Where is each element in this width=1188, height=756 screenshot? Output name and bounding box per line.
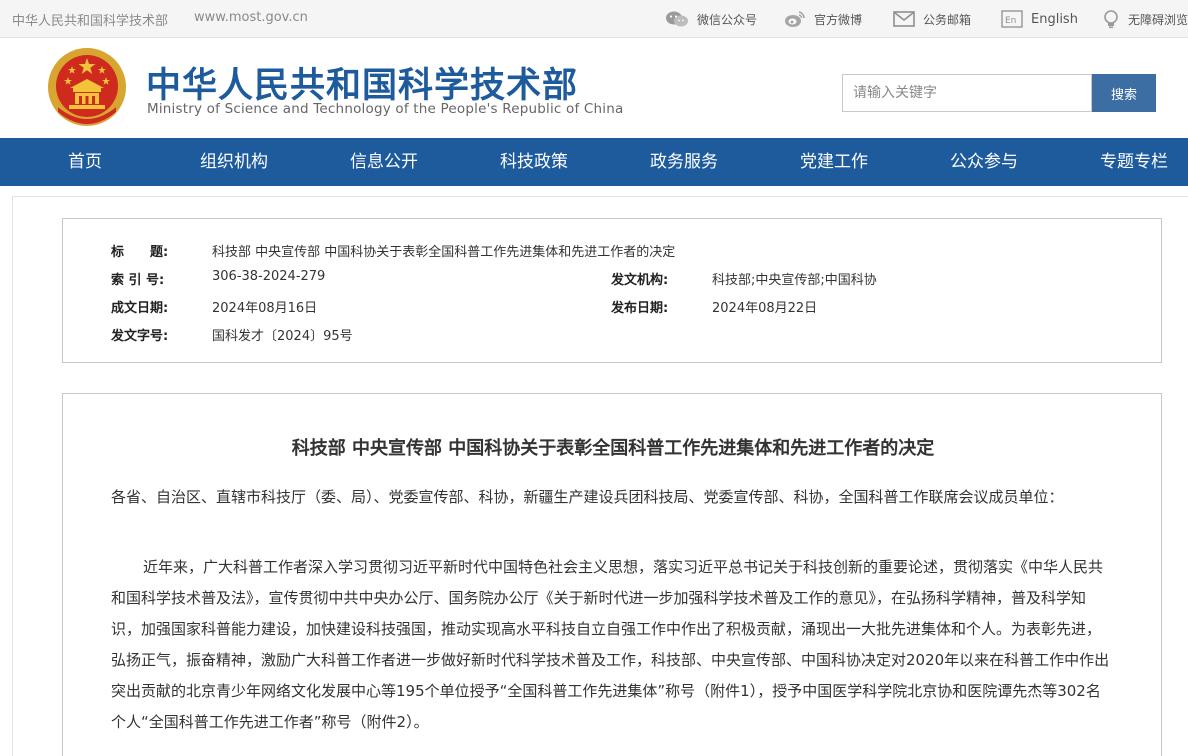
nav-item-info-disclosure[interactable]: 信息公开	[350, 138, 418, 186]
lightbulb-icon	[1104, 10, 1118, 29]
english-label: English	[1031, 11, 1078, 27]
english-link[interactable]: En English	[1001, 8, 1078, 30]
meta-title-value: 科技部 中央宣传部 中国科协关于表彰全国科普工作先进集体和先进工作者的决定	[212, 245, 676, 260]
national-emblem-icon[interactable]	[46, 46, 128, 128]
meta-published-value: 2024年08月22日	[712, 301, 818, 316]
ministry-name-en: Ministry of Science and Technology of th…	[147, 101, 624, 117]
article-title: 科技部 中央宣传部 中国科协关于表彰全国科普工作先进集体和先进工作者的决定	[291, 438, 935, 459]
weibo-label: 官方微博	[814, 12, 863, 27]
meta-issuer-label: 发文机构:	[611, 273, 669, 288]
top-utility-bar: 中华人民共和国科学技术部 www.most.gov.cn 微信公众号 官方微博 …	[0, 0, 1188, 38]
meta-docno-value: 国科发才〔2024〕95号	[212, 329, 353, 344]
search-button[interactable]: 搜索	[1092, 74, 1156, 112]
meta-created-label: 成文日期:	[111, 301, 169, 316]
article-body: 科技部 中央宣传部 中国科协关于表彰全国科普工作先进集体和先进工作者的决定 各省…	[62, 393, 1162, 756]
nav-item-policy[interactable]: 科技政策	[500, 138, 568, 186]
main-nav: 首页 组织机构 信息公开 科技政策 政务服务 党建工作 公众参与 专题专栏	[0, 138, 1188, 186]
wechat-link[interactable]: 微信公众号	[665, 8, 757, 30]
meta-created-value: 2024年08月16日	[212, 301, 318, 316]
document-metadata-panel: 标 题: 科技部 中央宣传部 中国科协关于表彰全国科普工作先进集体和先进工作者的…	[62, 218, 1162, 363]
meta-index-value: 306-38-2024-279	[212, 269, 326, 284]
meta-title-label: 标 题:	[111, 245, 169, 260]
nav-item-party-building[interactable]: 党建工作	[800, 138, 868, 186]
svg-text:En: En	[1005, 16, 1016, 26]
mail-label: 公务邮箱	[923, 12, 972, 27]
meta-docno-label: 发文字号:	[111, 329, 169, 344]
search-input[interactable]	[842, 74, 1092, 112]
site-url-link[interactable]: www.most.gov.cn	[194, 10, 308, 25]
nav-item-public-participation[interactable]: 公众参与	[950, 138, 1018, 186]
weibo-link[interactable]: 官方微博	[784, 8, 862, 30]
wechat-icon	[666, 11, 688, 27]
accessibility-label: 无障碍浏览	[1128, 12, 1188, 27]
english-icon: En	[1001, 10, 1023, 28]
article-paragraph: 近年来，广大科普工作者深入学习贯彻习近平新时代中国特色社会主义思想，落实习近平总…	[111, 558, 1110, 731]
nav-item-organization[interactable]: 组织机构	[200, 138, 268, 186]
mail-icon	[893, 11, 915, 27]
meta-issuer-value: 科技部;中央宣传部;中国科协	[712, 273, 877, 288]
accessibility-link[interactable]: 无障碍浏览	[1102, 8, 1188, 30]
site-header: 中华人民共和国科学技术部 Ministry of Science and Tec…	[0, 39, 1188, 138]
nav-item-home[interactable]: 首页	[68, 138, 102, 186]
mail-link[interactable]: 公务邮箱	[893, 8, 971, 30]
meta-published-label: 发布日期:	[611, 301, 669, 316]
nav-item-services[interactable]: 政务服务	[650, 138, 718, 186]
article-greeting: 各省、自治区、直辖市科技厅（委、局）、党委宣传部、科协，新疆生产建设兵团科技局、…	[111, 488, 1064, 506]
wechat-label: 微信公众号	[697, 12, 758, 27]
site-name-link[interactable]: 中华人民共和国科学技术部	[12, 10, 168, 29]
nav-item-special-topics[interactable]: 专题专栏	[1100, 138, 1168, 186]
weibo-icon	[785, 11, 805, 27]
meta-index-label: 索 引 号:	[111, 273, 165, 288]
